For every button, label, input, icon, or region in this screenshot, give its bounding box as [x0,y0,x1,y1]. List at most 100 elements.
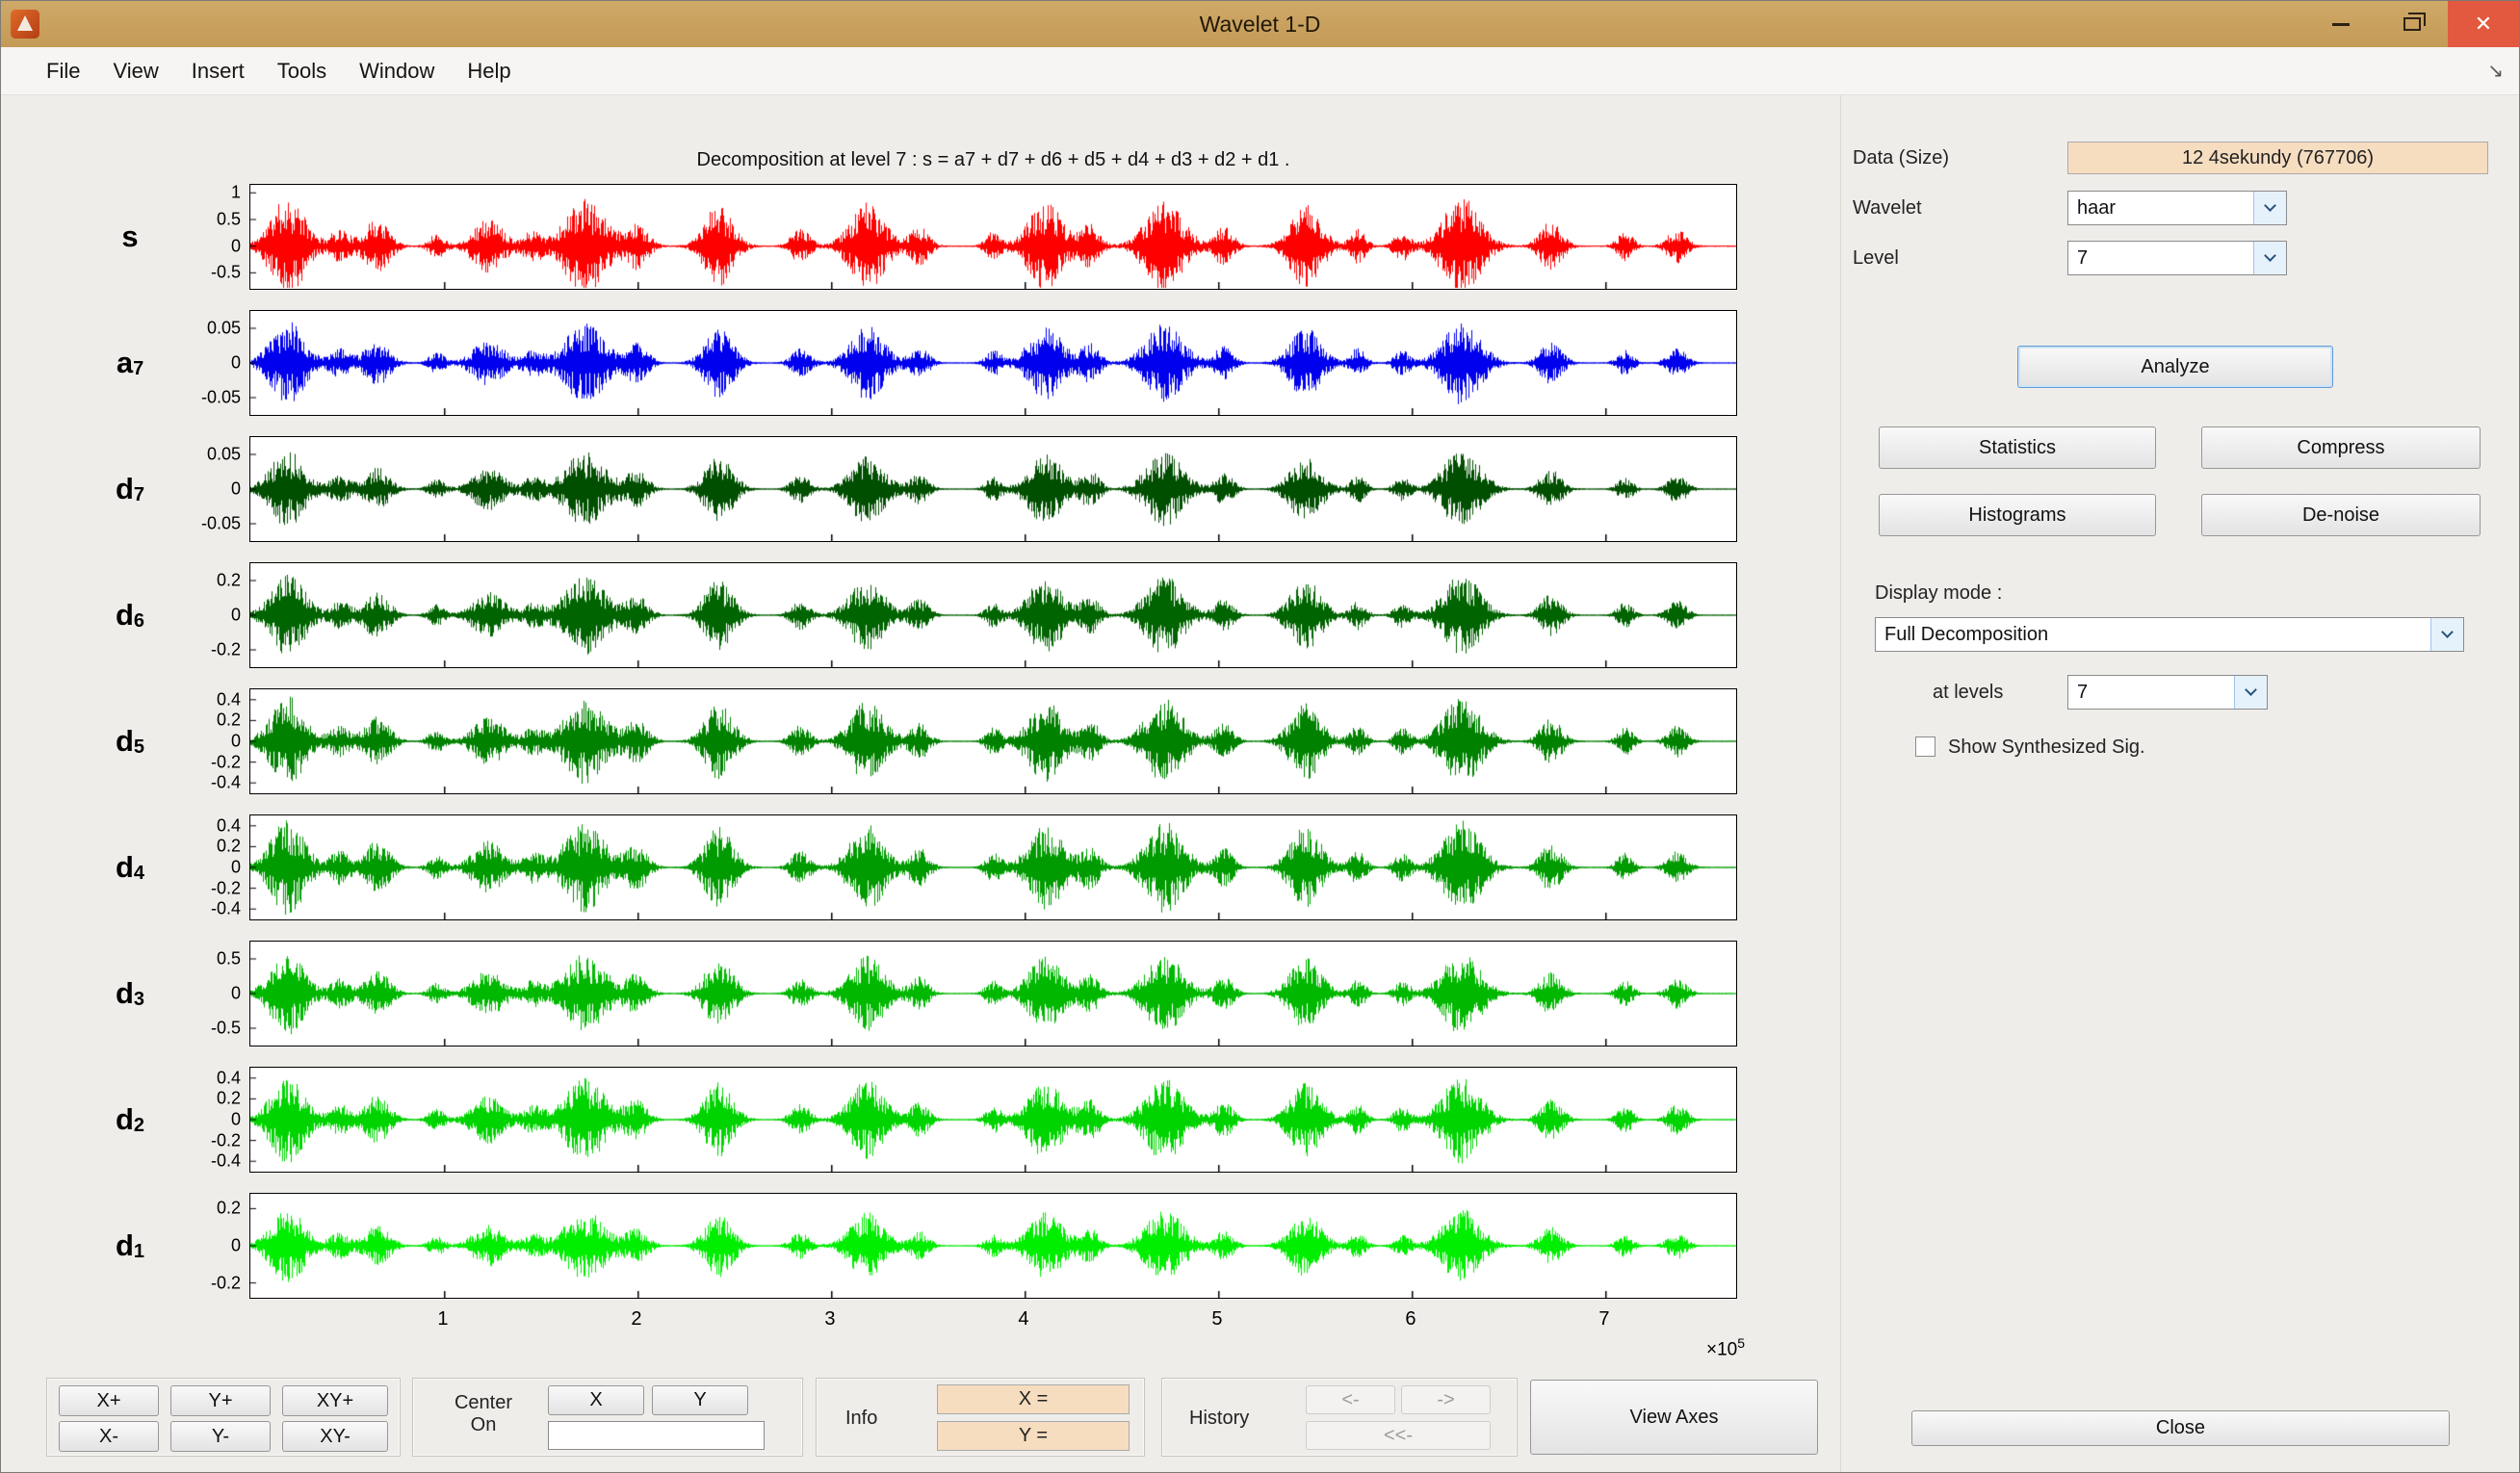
chevron-down-icon[interactable] [2253,242,2286,274]
y-axis-d4: 0.40.20-0.2-0.4 [165,814,249,920]
history-forward-button[interactable]: -> [1401,1385,1491,1414]
plot-box-d2 [249,1067,1737,1173]
close-window-button[interactable]: ✕ [2448,1,2519,47]
zoom-group: X+ Y+ XY+ X- Y- XY- [46,1378,401,1457]
plot-box-d6 [249,562,1737,668]
y-tick-label: 0 [231,353,241,374]
menu-help[interactable]: Help [451,47,527,95]
zoom-y-plus-button[interactable]: Y+ [170,1385,271,1416]
center-y-button[interactable]: Y [652,1385,748,1415]
plot-title: Decomposition at level 7 : s = a7 + d7 +… [249,149,1737,171]
at-levels-label: at levels [1933,675,2003,710]
signal-row-a7: a70.050-0.05 [1,310,1737,416]
signal-label-d1: d1 [95,1193,165,1299]
history-back-button[interactable]: <- [1306,1385,1395,1414]
show-synthesized-label: Show Synthesized Sig. [1948,736,2145,758]
signal-row-s: s10.50-0.5 [1,184,1737,290]
view-axes-button[interactable]: View Axes [1530,1380,1818,1455]
y-tick-label: -0.2 [211,640,241,660]
denoise-button[interactable]: De-noise [2201,494,2481,536]
y-tick-label: 1 [231,183,241,203]
chevron-down-icon[interactable] [2253,192,2286,224]
info-label: Info [845,1379,877,1458]
level-select[interactable]: 7 [2067,241,2287,275]
y-axis-s: 10.50-0.5 [165,184,249,290]
y-tick-label: 0 [231,479,241,500]
menu-tools[interactable]: Tools [261,47,343,95]
y-axis-a7: 0.050-0.05 [165,310,249,416]
x-tick-label: 7 [1598,1308,1609,1331]
plot-box-d7 [249,436,1737,542]
chevron-down-icon[interactable] [2234,676,2267,709]
zoom-xy-minus-button[interactable]: XY- [282,1421,388,1452]
center-x-button[interactable]: X [548,1385,644,1415]
y-tick-label: 0.5 [217,949,241,969]
center-value-input[interactable] [548,1421,765,1450]
menu-insert[interactable]: Insert [175,47,261,95]
signal-label-d2: d2 [95,1067,165,1173]
y-tick-label: -0.4 [211,773,241,793]
analyze-button[interactable]: Analyze [2017,346,2333,388]
display-mode-select[interactable]: Full Decomposition [1875,617,2464,652]
histograms-button[interactable]: Histograms [1879,494,2156,536]
y-tick-label: 0.4 [217,815,241,836]
signal-label-d6: d6 [95,562,165,668]
zoom-x-minus-button[interactable]: X- [59,1421,159,1452]
close-button[interactable]: Close [1911,1410,2450,1446]
center-on-label: Center On [430,1392,536,1436]
x-tick-label: 2 [631,1308,641,1331]
menu-bar: File View Insert Tools Window Help ↘ [1,47,2519,95]
compress-button[interactable]: Compress [2201,426,2481,469]
signal-row-d4: d40.40.20-0.2-0.4 [1,814,1737,920]
y-tick-label: -0.4 [211,1151,241,1172]
show-synthesized-checkbox[interactable] [1915,736,1935,757]
dock-arrow-icon[interactable]: ↘ [2487,47,2504,95]
y-tick-label: 0 [231,732,241,752]
restore-button[interactable] [2377,1,2448,47]
y-tick-label: 0.4 [217,1068,241,1088]
signal-row-d2: d20.40.20-0.2-0.4 [1,1067,1737,1173]
info-group: Info X = Y = [816,1378,1145,1457]
display-mode-label: Display mode : [1875,582,2002,605]
waveform-canvas-d4 [250,815,1736,919]
zoom-x-plus-button[interactable]: X+ [59,1385,159,1416]
history-group: History <- -> <<- [1161,1378,1518,1457]
y-tick-label: -0.05 [201,388,241,408]
wavelet-select[interactable]: haar [2067,191,2287,225]
y-tick-label: -0.2 [211,1130,241,1150]
wavelet-label: Wavelet [1853,191,1922,225]
plot-box-s [249,184,1737,290]
minimize-button[interactable] [2305,1,2377,47]
chevron-down-icon[interactable] [2430,618,2463,651]
y-tick-label: 0.2 [217,1199,241,1219]
menu-window[interactable]: Window [343,47,451,95]
window-title: Wavelet 1-D [1,12,2519,38]
y-tick-label: -0.2 [211,752,241,772]
menu-view[interactable]: View [96,47,174,95]
y-tick-label: -0.5 [211,263,241,283]
signal-label-d7: d7 [95,436,165,542]
y-axis-d7: 0.050-0.05 [165,436,249,542]
y-tick-label: 0 [231,984,241,1004]
statistics-button[interactable]: Statistics [1879,426,2156,469]
waveform-canvas-d6 [250,563,1736,667]
at-levels-select[interactable]: 7 [2067,675,2268,710]
y-tick-label: 0.05 [207,445,241,465]
plot-box-a7 [249,310,1737,416]
signal-row-d3: d30.50-0.5 [1,941,1737,1047]
y-tick-label: 0.2 [217,711,241,731]
zoom-y-minus-button[interactable]: Y- [170,1421,271,1452]
y-tick-label: -0.2 [211,1273,241,1293]
zoom-xy-plus-button[interactable]: XY+ [282,1385,388,1416]
wavelet-1d-window: Wavelet 1-D ✕ File View Insert Tools Win… [0,0,2520,1473]
restore-icon [2403,17,2421,31]
y-axis-d3: 0.5 0 -0.5 [165,941,249,1047]
y-tick-label: 0 [231,606,241,626]
y-tick-label: -0.5 [211,1019,241,1039]
menu-file[interactable]: File [30,47,96,95]
signal-label-d5: d5 [95,688,165,794]
info-x-field: X = [937,1384,1130,1414]
signal-label-s: s [95,184,165,290]
history-all-button[interactable]: <<- [1306,1421,1491,1450]
plot-box-d1 [249,1193,1737,1299]
